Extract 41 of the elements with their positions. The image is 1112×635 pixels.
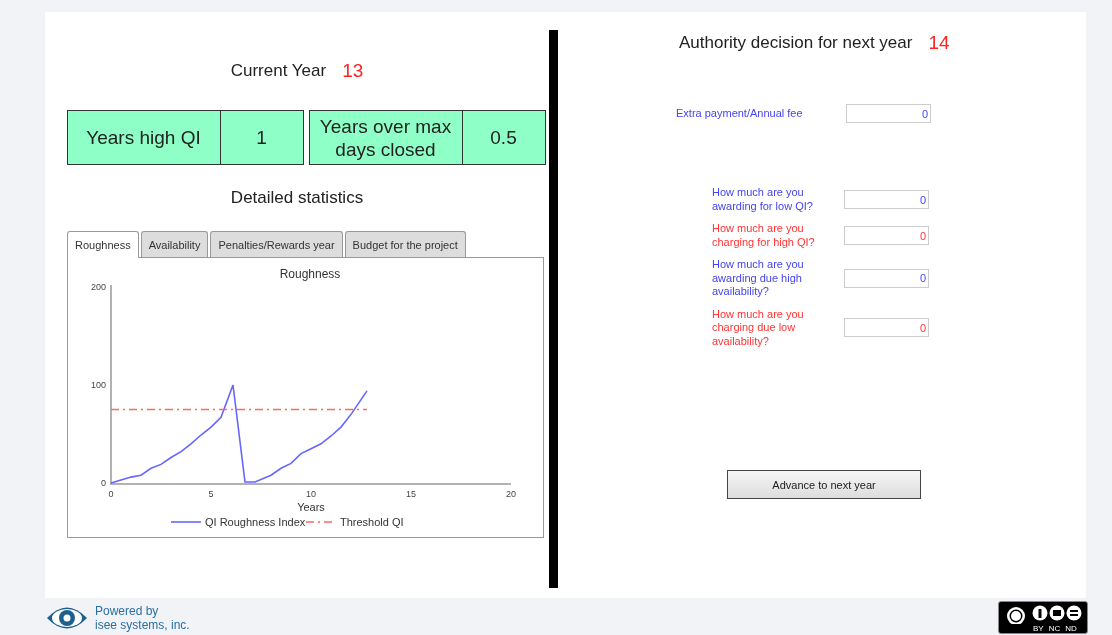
- tab[interactable]: Availability: [140, 231, 209, 257]
- tab[interactable]: Roughness: [67, 231, 139, 258]
- tab[interactable]: Penalties/Rewards year: [210, 231, 343, 257]
- y-tick-label: 0: [101, 478, 106, 488]
- x-tick-label: 15: [406, 489, 416, 499]
- tab[interactable]: Budget for the project: [344, 231, 466, 257]
- x-tick-label: 20: [506, 489, 516, 499]
- stat-label: Years over max days closed: [318, 114, 453, 161]
- x-tick-label: 10: [306, 489, 316, 499]
- current-year-value: 13: [342, 60, 364, 82]
- license-label: BY: [1033, 625, 1044, 633]
- y-tick-label: 200: [90, 282, 106, 292]
- y-tick-label: 100: [90, 380, 106, 390]
- section-title: Detailed statistics: [230, 188, 364, 208]
- stat-label: Years high QI: [86, 126, 201, 149]
- advance-button[interactable]: Advance to next year: [727, 470, 921, 499]
- field-label: How much are you awarding due high availability?: [712, 258, 805, 299]
- stat-value: 1: [256, 126, 267, 149]
- license-label: ND: [1065, 625, 1077, 633]
- license-label: NC: [1048, 625, 1061, 633]
- input-field[interactable]: 0: [844, 318, 929, 338]
- input-field[interactable]: 0: [844, 190, 929, 209]
- x-tick-label: 5: [208, 489, 214, 499]
- decision-value: 14: [928, 32, 950, 54]
- input-field[interactable]: 0: [844, 226, 929, 245]
- input-field[interactable]: 0: [844, 268, 929, 288]
- stat-value: 0.5: [490, 126, 517, 149]
- input-field[interactable]: 0: [846, 104, 931, 123]
- powered-by-text: Powered by: [95, 604, 160, 618]
- field-label: How much are you charging for high QI?: [712, 222, 816, 249]
- field-label: How much are you charging due low availability?: [712, 307, 805, 348]
- field-label: How much are you awarding for low QI?: [712, 186, 814, 213]
- legend-label: QI Roughness Index: [205, 516, 306, 528]
- x-tick-label: 0: [108, 489, 114, 499]
- current-year-label: Current Year: [230, 61, 327, 81]
- x-axis-title: Years: [297, 501, 325, 513]
- chart-title: Roughness: [279, 267, 341, 281]
- decision-label: Authority decision for next year: [679, 33, 913, 53]
- field-label: Extra payment/Annual fee: [676, 106, 804, 121]
- company-name: isee systems, inc.: [95, 618, 190, 632]
- legend-label: Threshold QI: [340, 516, 404, 528]
